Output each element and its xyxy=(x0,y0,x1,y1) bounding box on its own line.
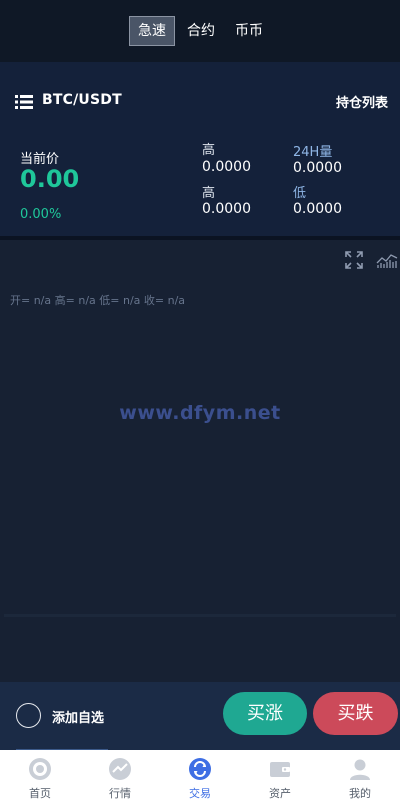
nav-item-profile[interactable]: 我的 xyxy=(320,750,400,802)
nav-label: 资产 xyxy=(269,787,291,800)
nav-item-market[interactable]: 行情 xyxy=(80,750,160,802)
ohlc-readout: 开= n/a 高= n/a 低= n/a 收= n/a xyxy=(10,294,186,307)
add-favorite-label[interactable]: 添加自选 xyxy=(52,707,104,726)
buy-up-button[interactable]: 买涨 xyxy=(223,692,307,735)
trade-icon xyxy=(189,758,211,780)
nav-item-assets[interactable]: 资产 xyxy=(240,750,320,802)
market-icon xyxy=(109,758,131,780)
trading-pair[interactable]: BTC/USDT xyxy=(42,92,122,108)
trade-action-bar: 添加自选 买涨 买跌 xyxy=(0,682,400,750)
nav-label: 首页 xyxy=(29,787,51,800)
watermark: www.dfym.net xyxy=(119,402,281,424)
favorite-checkbox[interactable] xyxy=(16,703,41,728)
low-label: 低 xyxy=(293,186,307,201)
high-label: 高 xyxy=(202,143,216,158)
current-price: 0.00 xyxy=(20,165,80,193)
expand-icon[interactable] xyxy=(344,250,364,270)
holdings-list-link[interactable]: 持仓列表 xyxy=(336,92,388,111)
wallet-icon xyxy=(270,762,290,777)
buy-down-button[interactable]: 买跌 xyxy=(313,692,398,735)
tab-spot[interactable]: 币币 xyxy=(227,16,271,46)
nav-label: 行情 xyxy=(109,787,131,800)
price-chart[interactable]: 开= n/a 高= n/a 低= n/a 收= n/a www.dfym.net xyxy=(0,240,400,682)
high-label-2: 高 xyxy=(202,186,216,201)
indicator-chart-icon[interactable] xyxy=(376,252,398,268)
nav-item-trade[interactable]: 交易 xyxy=(160,750,240,802)
volume-24h-label: 24H量 xyxy=(293,145,333,160)
home-icon xyxy=(29,758,51,780)
bottom-nav: 首页 行情 交易 资产 我的 xyxy=(0,750,400,802)
mode-tabs: 急速 合约 币币 xyxy=(0,16,400,46)
tab-express[interactable]: 急速 xyxy=(129,16,175,46)
ticker-panel: BTC/USDT 持仓列表 当前价 0.00 0.00% 高 0.0000 24… xyxy=(0,62,400,236)
nav-label: 我的 xyxy=(349,787,371,800)
price-change-percent: 0.00% xyxy=(20,207,62,222)
user-icon xyxy=(350,759,370,780)
tab-contract[interactable]: 合约 xyxy=(179,16,223,46)
volume-24h-value: 0.0000 xyxy=(293,160,342,176)
top-bar: 急速 合约 币币 xyxy=(0,0,400,62)
nav-label: 交易 xyxy=(189,787,211,800)
low-value: 0.0000 xyxy=(293,201,342,217)
chart-baseline xyxy=(4,614,396,617)
nav-item-home[interactable]: 首页 xyxy=(0,750,80,802)
high-value-2: 0.0000 xyxy=(202,201,251,217)
list-menu-icon[interactable] xyxy=(15,95,33,109)
high-value: 0.0000 xyxy=(202,159,251,175)
